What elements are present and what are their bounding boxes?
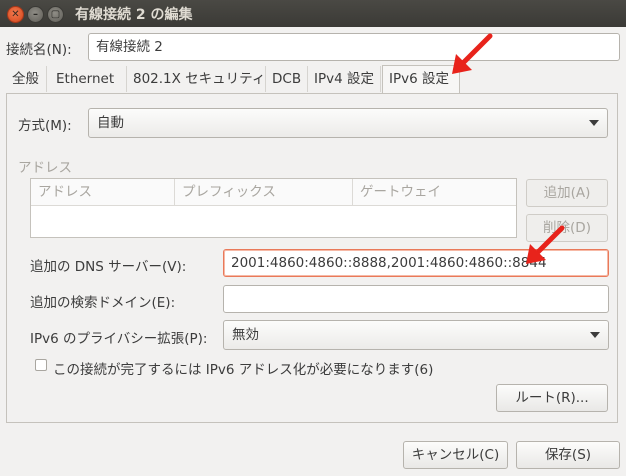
- tab-dcb[interactable]: DCB: [266, 66, 308, 92]
- privacy-extensions-dropdown[interactable]: 無効: [223, 320, 609, 350]
- dns-servers-label: 追加の DNS サーバー(V):: [30, 259, 187, 275]
- tab-ipv4-settings[interactable]: IPv4 設定: [308, 66, 381, 92]
- column-gateway[interactable]: ゲートウェイ: [352, 179, 516, 205]
- method-label: 方式(M):: [18, 118, 72, 134]
- dropdown-arrow-icon: [589, 120, 599, 126]
- minimize-window-button[interactable]: –: [27, 6, 44, 23]
- method-dropdown[interactable]: 自動: [88, 108, 608, 138]
- tab-general[interactable]: 全般: [6, 66, 47, 92]
- connection-name-label: 接続名(N):: [6, 42, 72, 58]
- column-prefix[interactable]: プレフィックス: [174, 179, 352, 205]
- minimize-icon: –: [33, 9, 38, 20]
- addresses-table-header: アドレス プレフィックス ゲートウェイ: [31, 179, 516, 206]
- maximize-window-button[interactable]: ▢: [47, 6, 64, 23]
- close-icon: ✕: [11, 9, 20, 20]
- maximize-icon: ▢: [50, 9, 61, 20]
- tab-8021x-security[interactable]: 802.1X セキュリティ: [127, 66, 266, 92]
- save-button[interactable]: 保存(S): [516, 441, 620, 469]
- routes-button[interactable]: ルート(R)...: [496, 384, 608, 412]
- window-title: 有線接続 2 の編集: [75, 7, 193, 23]
- search-domains-label: 追加の検索ドメイン(E):: [30, 295, 176, 311]
- annotation-arrow-icon: [526, 225, 565, 264]
- annotation-arrow-icon: [452, 33, 493, 74]
- search-domains-input[interactable]: [223, 285, 609, 313]
- tab-ethernet[interactable]: Ethernet: [50, 66, 127, 92]
- add-address-button[interactable]: 追加(A): [526, 179, 608, 207]
- privacy-extensions-value: 無効: [232, 327, 259, 343]
- cancel-button[interactable]: キャンセル(C): [403, 441, 508, 469]
- close-window-button[interactable]: ✕: [7, 6, 24, 23]
- addresses-section-label: アドレス: [18, 160, 72, 176]
- dropdown-arrow-icon: [590, 332, 600, 338]
- method-value: 自動: [97, 115, 124, 131]
- require-ipv6-checkbox[interactable]: [35, 359, 47, 371]
- column-address[interactable]: アドレス: [31, 179, 174, 205]
- addresses-table[interactable]: アドレス プレフィックス ゲートウェイ: [30, 178, 517, 238]
- privacy-extensions-label: IPv6 のプライバシー拡張(P):: [30, 331, 208, 347]
- require-ipv6-label[interactable]: この接続が完了するには IPv6 アドレス化が必要になります(6): [53, 358, 433, 378]
- title-bar: ✕ – ▢ 有線接続 2 の編集: [0, 0, 626, 27]
- connection-name-input[interactable]: 有線接続 2: [88, 33, 620, 61]
